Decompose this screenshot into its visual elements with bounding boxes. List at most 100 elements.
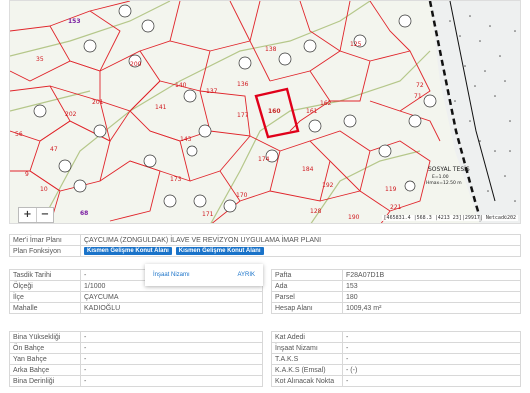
info-value: - (342, 353, 521, 365)
info-value: F28A07D1B (342, 269, 521, 281)
info-value: - (342, 375, 521, 387)
info-value: 180 (342, 291, 521, 303)
map-label: 47 (50, 146, 58, 153)
info-row: Parsel 180 (271, 291, 521, 303)
meri-value: ÇAYCUMA (ZONGULDAK) İLAVE VE REVİZYON UY… (80, 234, 521, 246)
map-label: 153 (68, 18, 81, 25)
meri-label: Mer'i İmar Planı (9, 234, 81, 246)
zoom-controls: + − (18, 207, 54, 223)
info-label: Hesap Alanı (271, 302, 343, 314)
fonksiyon-label: Plan Fonksiyon (9, 245, 81, 257)
map-label: 128 (310, 208, 322, 215)
svg-text:E=1.00: E=1.00 (432, 174, 449, 180)
map-label: 125 (350, 41, 362, 48)
map-label: 72 (416, 82, 424, 89)
info-label: K.A.K.S (Emsal) (271, 364, 343, 376)
map-label: 202 (65, 111, 77, 118)
tooltip-popup: İnşaat Nizamı AYRIK (145, 264, 263, 286)
map-label: 143 (180, 136, 192, 143)
info-label: Parsel (271, 291, 343, 303)
info-row: K.A.K.S (Emsal) - (-) (271, 364, 521, 376)
map-label: 9 (25, 171, 29, 178)
info-value: - (80, 331, 263, 343)
map-label: 136 (237, 81, 249, 88)
info-row: Arka Bahçe - (9, 364, 263, 376)
svg-text:SOSYAL TESİS: SOSYAL TESİS (428, 166, 470, 173)
map-label: 162 (320, 100, 332, 107)
info-row: Bina Derinliği - (9, 375, 263, 387)
function-chip[interactable]: Kısmen Gelişme Konut Alanı (175, 247, 264, 255)
map-label: 221 (390, 204, 402, 211)
popup-action[interactable]: AYRIK (237, 272, 255, 278)
info-label: T.A.K.S (271, 353, 343, 365)
map-label: 190 (348, 214, 360, 221)
info-value: 153 (342, 280, 521, 292)
zoom-out-button[interactable]: − (36, 208, 53, 222)
info-value: 1009,43 m² (342, 302, 521, 314)
map-label: 171 (202, 211, 214, 218)
map-label: 177 (237, 112, 249, 119)
info-value: - (342, 342, 521, 354)
zoom-in-button[interactable]: + (19, 208, 36, 222)
map-label: 192 (322, 182, 334, 189)
info-row: Pafta F28A07D1B (271, 269, 521, 281)
info-label: Ön Bahçe (9, 342, 81, 354)
info-value: - (80, 353, 263, 365)
info-label: Kat Adedi (271, 331, 343, 343)
popup-title: İnşaat Nizamı (153, 272, 190, 278)
info-value: - (-) (342, 364, 521, 376)
map-label: 174 (258, 156, 270, 163)
info-label: İlçe (9, 291, 81, 303)
info-row: İnşaat Nizamı - (271, 342, 521, 354)
map-label: 173 (170, 176, 182, 183)
info-label: Bina Yüksekliği (9, 331, 81, 343)
info-row: Hesap Alanı 1009,43 m² (271, 302, 521, 314)
map-label: 141 (155, 104, 167, 111)
map-label: 71 (414, 93, 422, 100)
info-value: KADIOĞLU (80, 302, 263, 314)
info-value: ÇAYCUMA (80, 291, 263, 303)
info-label: Tasdik Tarihi (9, 269, 81, 281)
info-row: Ada 153 (271, 280, 521, 292)
map-label: 56 (15, 131, 23, 138)
cadastral-map[interactable]: 153 138 136 141 140 137 177 160 161 162 … (10, 1, 521, 224)
map-label: 35 (36, 56, 44, 63)
map-label: 119 (385, 186, 397, 193)
info-row: Bina Yüksekliği - (9, 331, 263, 343)
map-label: 184 (302, 166, 314, 173)
info-label: Bina Derinliği (9, 375, 81, 387)
info-value: - (80, 375, 263, 387)
info-label: İnşaat Nizamı (271, 342, 343, 354)
info-label: Mahalle (9, 302, 81, 314)
map-label: 201 (92, 99, 104, 106)
info-row: Yan Bahçe - (9, 353, 263, 365)
function-chip[interactable]: Kısmen Gelişme Konut Alanı (84, 247, 172, 255)
building-info-left: Bina Yüksekliği - Ön Bahçe - Yan Bahçe - Arka … (9, 331, 263, 387)
info-value: - (80, 364, 263, 376)
map-label: 68 (80, 210, 88, 217)
info-label: Ada (271, 280, 343, 292)
plan-info-table: Mer'i İmar Planı ÇAYCUMA (ZONGULDAK) İLA… (9, 234, 521, 257)
info-row: Ön Bahçe - (9, 342, 263, 354)
map-view[interactable]: 153 138 136 141 140 137 177 160 161 162 … (9, 0, 521, 224)
info-value: - (80, 342, 263, 354)
info-value: - (342, 331, 521, 343)
info-row: Kat Adedi - (271, 331, 521, 343)
map-label: 138 (265, 46, 277, 53)
info-label: Pafta (271, 269, 343, 281)
map-label: 161 (306, 108, 318, 115)
map-label: 200 (130, 61, 142, 68)
map-label: 137 (206, 88, 218, 95)
map-label: 140 (175, 82, 187, 89)
info-row: Kot Alınacak Nokta - (271, 375, 521, 387)
info-row: İlçe ÇAYCUMA (9, 291, 263, 303)
svg-text:Hmax=12.50 m: Hmax=12.50 m (426, 180, 462, 186)
info-label: Ölçeği (9, 280, 81, 292)
info-label: Arka Bahçe (9, 364, 81, 376)
info-label: Kot Alınacak Nokta (271, 375, 343, 387)
map-coordinates: [465831.4 |568.3 |4213 23]|29917| Netcad… (381, 215, 518, 221)
info-row: Mahalle KADIOĞLU (9, 302, 263, 314)
map-label: 160 (268, 108, 281, 115)
info-row: T.A.K.S - (271, 353, 521, 365)
map-label: 10 (40, 186, 48, 193)
